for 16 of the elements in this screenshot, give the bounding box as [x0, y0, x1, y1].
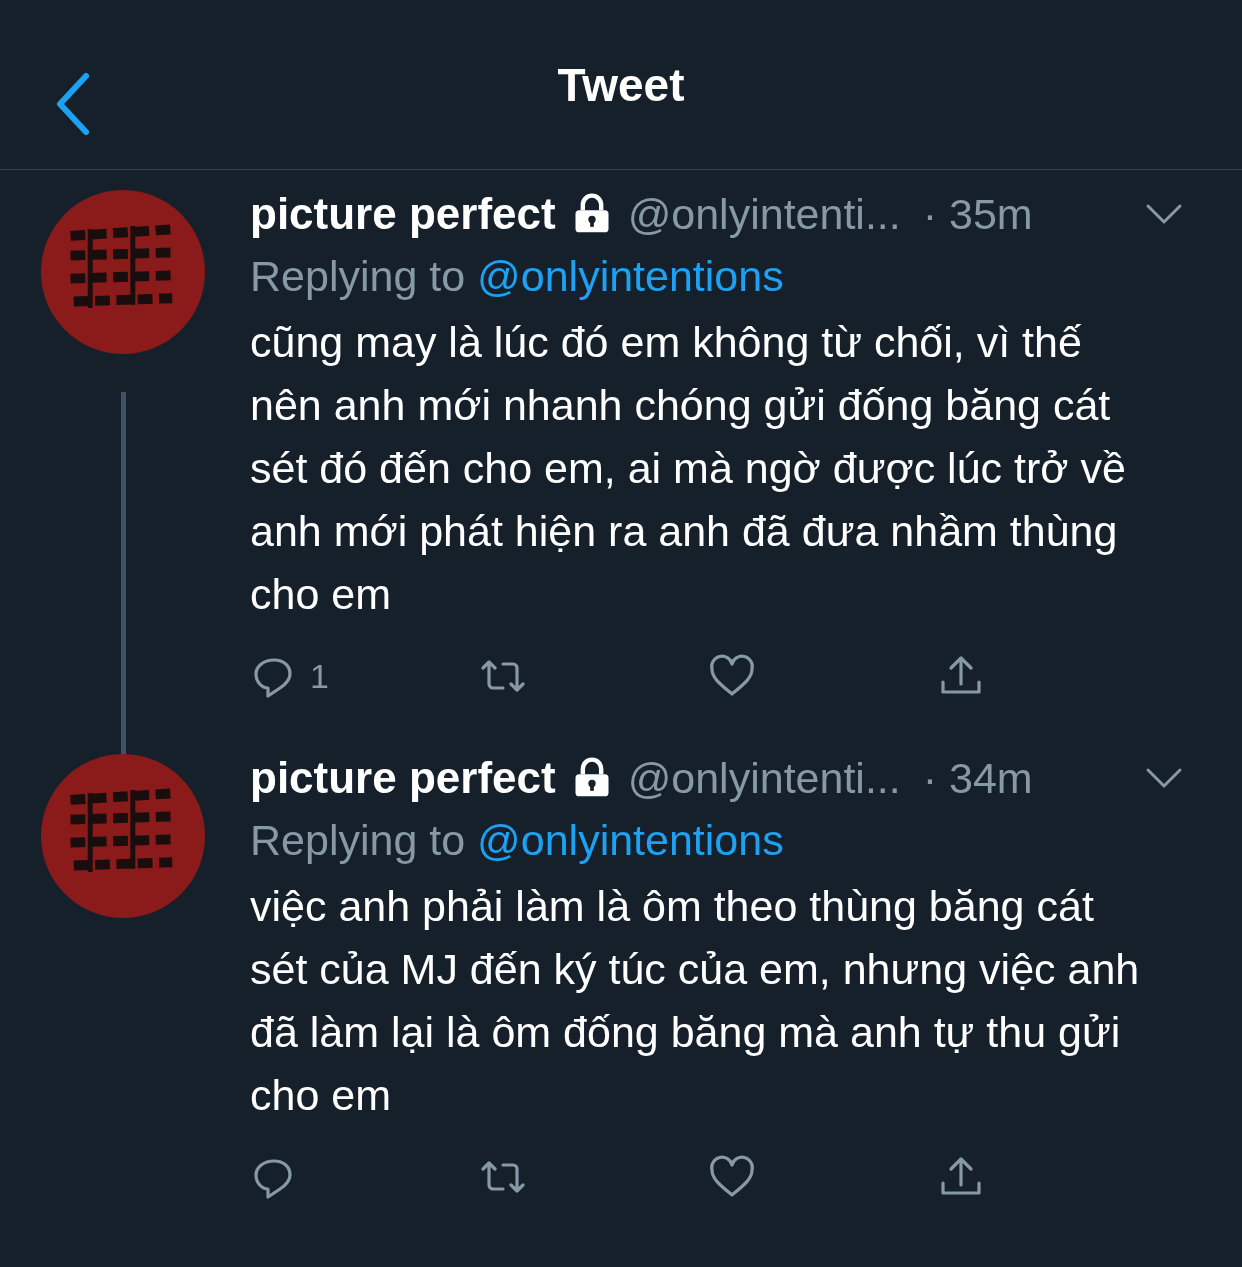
- display-name[interactable]: picture perfect: [250, 753, 556, 803]
- mention-link[interactable]: @onlyintentions: [477, 816, 784, 864]
- display-name[interactable]: picture perfect: [250, 189, 556, 239]
- timestamp: · 34m: [922, 753, 1033, 803]
- reply-count: 1: [310, 656, 329, 696]
- chevron-icon[interactable]: [1144, 766, 1184, 790]
- tweet-text: việc anh phải làm là ôm theo thùng băng cát sét của MJ đến ký túc của em, nhưng việc anh đã làm lại là ôm đống băng mà anh tự thu gửi cho em: [250, 881, 1141, 1121]
- user-handle[interactable]: @onlyintenti...: [627, 189, 901, 239]
- user-handle[interactable]: @onlyintenti...: [627, 753, 901, 803]
- timestamp: · 35m: [922, 189, 1033, 239]
- tweet-text: cũng may là lúc đó em không từ chối, vì thế nên anh mới nhanh chóng gửi đống băng cát sét đó đến cho em, ai mà ngờ được lúc trở về anh mới phát hiện ra anh đã đưa nhầm thùng cho em: [250, 317, 1127, 620]
- replying-label: Replying to: [250, 816, 466, 864]
- replying-label: Replying to: [250, 252, 466, 300]
- mention-link[interactable]: @onlyintentions: [477, 252, 784, 300]
- chevron-icon[interactable]: [1144, 202, 1184, 226]
- page-title: Tweet: [557, 57, 685, 112]
